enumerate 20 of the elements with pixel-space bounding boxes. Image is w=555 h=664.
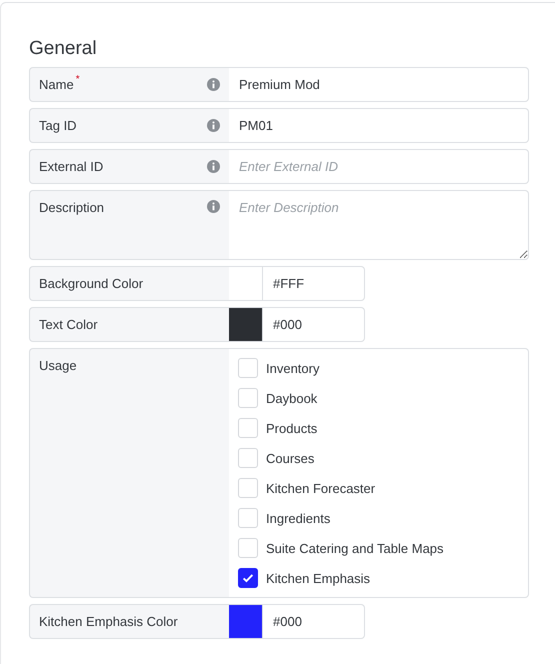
checkbox[interactable] bbox=[238, 568, 258, 588]
checkbox-label[interactable]: Kitchen Emphasis bbox=[266, 570, 370, 586]
color-field[interactable]: #000 bbox=[263, 307, 365, 342]
section-title: General bbox=[29, 38, 98, 60]
checkbox-label[interactable]: Kitchen Forecaster bbox=[266, 480, 376, 496]
field-label: Text Color bbox=[39, 317, 98, 332]
checkbox-label[interactable]: Courses bbox=[266, 450, 314, 466]
field-label: Background Color bbox=[39, 276, 144, 291]
color-swatch[interactable] bbox=[229, 604, 263, 639]
checkbox-label[interactable]: Daybook bbox=[266, 390, 318, 406]
color-swatch[interactable] bbox=[229, 307, 263, 342]
checkbox-label[interactable]: Inventory bbox=[266, 360, 320, 376]
field-label: Usage bbox=[39, 358, 77, 373]
color-swatch[interactable] bbox=[229, 266, 263, 301]
checkbox-label[interactable]: Ingredients bbox=[266, 510, 330, 526]
color-field[interactable]: #FFF bbox=[263, 266, 365, 301]
color-field[interactable]: #000 bbox=[263, 604, 365, 639]
field-label: Kitchen Emphasis Color bbox=[39, 614, 178, 629]
checkbox-label[interactable]: Products bbox=[266, 420, 318, 436]
checkbox-label[interactable]: Suite Catering and Table Maps bbox=[266, 540, 444, 556]
